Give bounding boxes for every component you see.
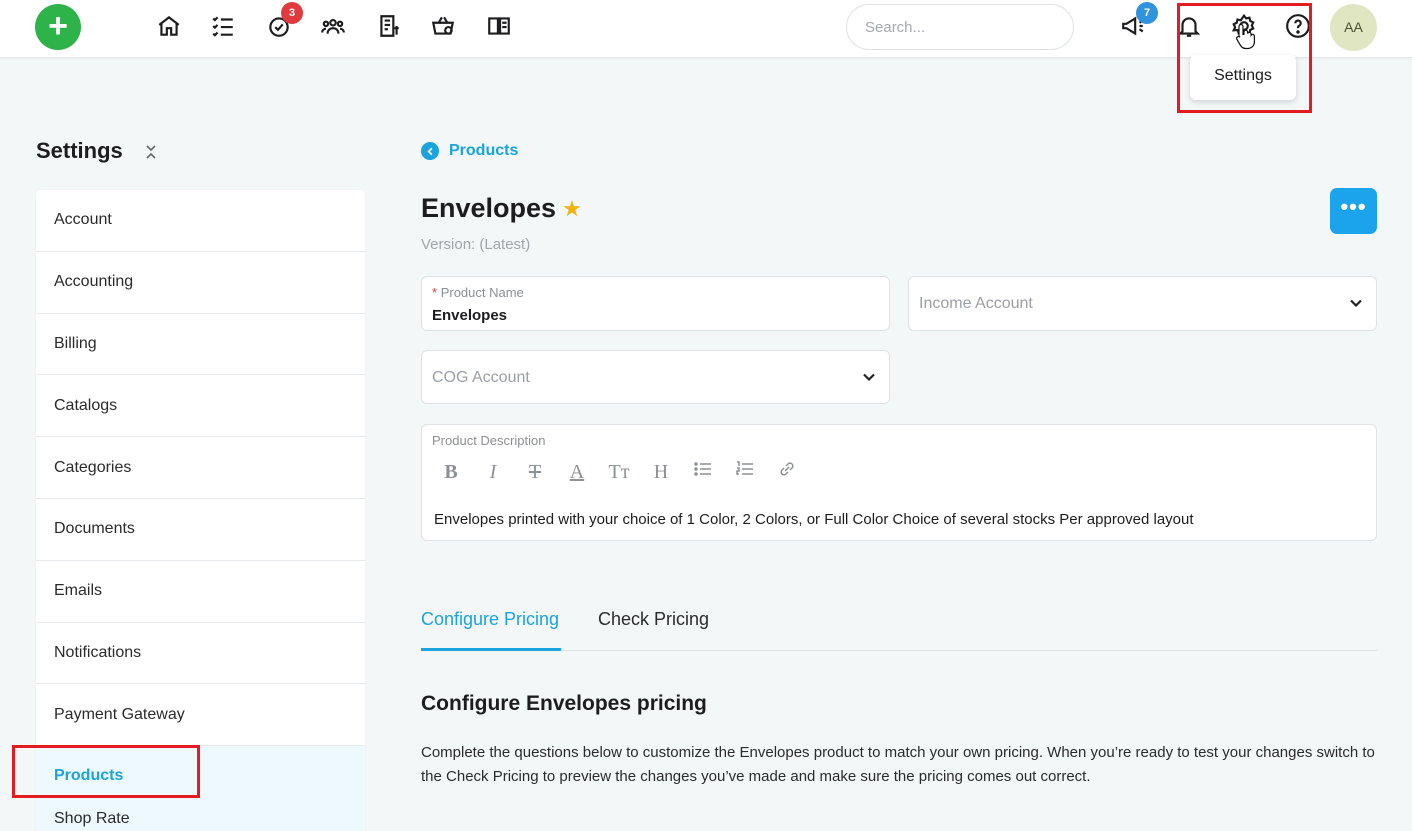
sidebar-item-categories[interactable]: Categories [36,437,365,499]
task-list-icon[interactable] [210,13,236,39]
back-chevron-icon[interactable] [421,142,439,160]
sidebar-item-account[interactable]: Account [36,190,365,252]
breadcrumb[interactable]: Products [421,142,518,160]
tasks-count-badge: 3 [281,2,303,24]
sidebar-title: Settings [36,138,123,163]
bullet-list-icon[interactable] [692,459,714,485]
text-color-icon[interactable]: A [566,461,588,484]
catalog-book-icon[interactable] [486,13,512,39]
heading-icon[interactable]: H [650,461,672,484]
product-description-text[interactable]: Envelopes printed with your choice of 1 … [434,511,1194,528]
breadcrumb-products-link[interactable]: Products [449,142,518,160]
tab-check-pricing[interactable]: Check Pricing [598,607,709,651]
customers-icon[interactable] [320,13,346,39]
user-avatar[interactable]: AA [1330,4,1377,51]
section-title: Configure Envelopes pricing [421,692,707,715]
sidebar-item-emails[interactable]: Emails [36,561,365,623]
income-account-placeholder: Income Account [919,295,1033,312]
collapse-chevrons-icon[interactable] [144,143,158,161]
version-label: Version: (Latest) [421,236,531,253]
home-icon[interactable] [156,13,182,39]
search-input[interactable] [846,4,1074,50]
link-icon[interactable] [776,459,798,485]
ordered-list-icon[interactable] [734,459,756,485]
add-new-button[interactable]: + [35,4,81,50]
product-title: Envelopes [421,193,557,223]
sidebar-item-accounting[interactable]: Accounting [36,252,365,314]
sidebar-item-payment-gateway[interactable]: Payment Gateway [36,684,365,747]
products-highlight-box [12,745,200,798]
invoice-icon[interactable] [376,13,402,39]
italic-icon[interactable]: I [482,461,504,484]
sidebar-item-documents[interactable]: Documents [36,499,365,561]
pricing-tabs: Configure Pricing Check Pricing [421,607,1377,651]
shop-basket-icon[interactable] [430,13,456,39]
sidebar-item-notifications[interactable]: Notifications [36,623,365,685]
page-title: Envelopes ★ [421,193,582,224]
favorite-star-icon[interactable]: ★ [562,196,582,222]
strikethrough-icon[interactable]: T [524,461,546,484]
product-name-label: * Product Name [432,285,524,300]
income-account-select[interactable]: Income Account [908,276,1377,331]
rich-text-toolbar: B I T A Tт H [440,459,798,485]
sidebar-item-billing[interactable]: Billing [36,314,365,376]
product-description-label: Product Description [432,433,546,448]
cog-account-select[interactable]: COG Account [421,350,890,404]
announcements-count-badge: 7 [1136,2,1158,24]
chevron-down-icon[interactable] [861,369,877,385]
section-description: Complete the questions below to customiz… [421,744,1375,785]
product-name-value[interactable]: Envelopes [432,307,507,324]
tab-configure-pricing[interactable]: Configure Pricing [421,607,561,651]
bold-icon[interactable]: B [440,461,462,484]
sidebar-item-catalogs[interactable]: Catalogs [36,375,365,438]
chevron-down-icon[interactable] [1348,295,1364,311]
settings-highlight-box [1177,3,1312,113]
product-name-field[interactable]: * Product Name Envelopes [421,276,890,331]
sidebar-item-shop-rate[interactable]: Shop Rate [36,806,365,831]
settings-sidebar: Account Accounting Billing Catalogs Cate… [36,190,365,831]
hand-cursor-icon [1234,22,1256,50]
cog-account-placeholder: COG Account [432,369,530,386]
more-options-button[interactable]: ••• [1330,188,1377,234]
text-size-icon[interactable]: Tт [608,461,630,484]
